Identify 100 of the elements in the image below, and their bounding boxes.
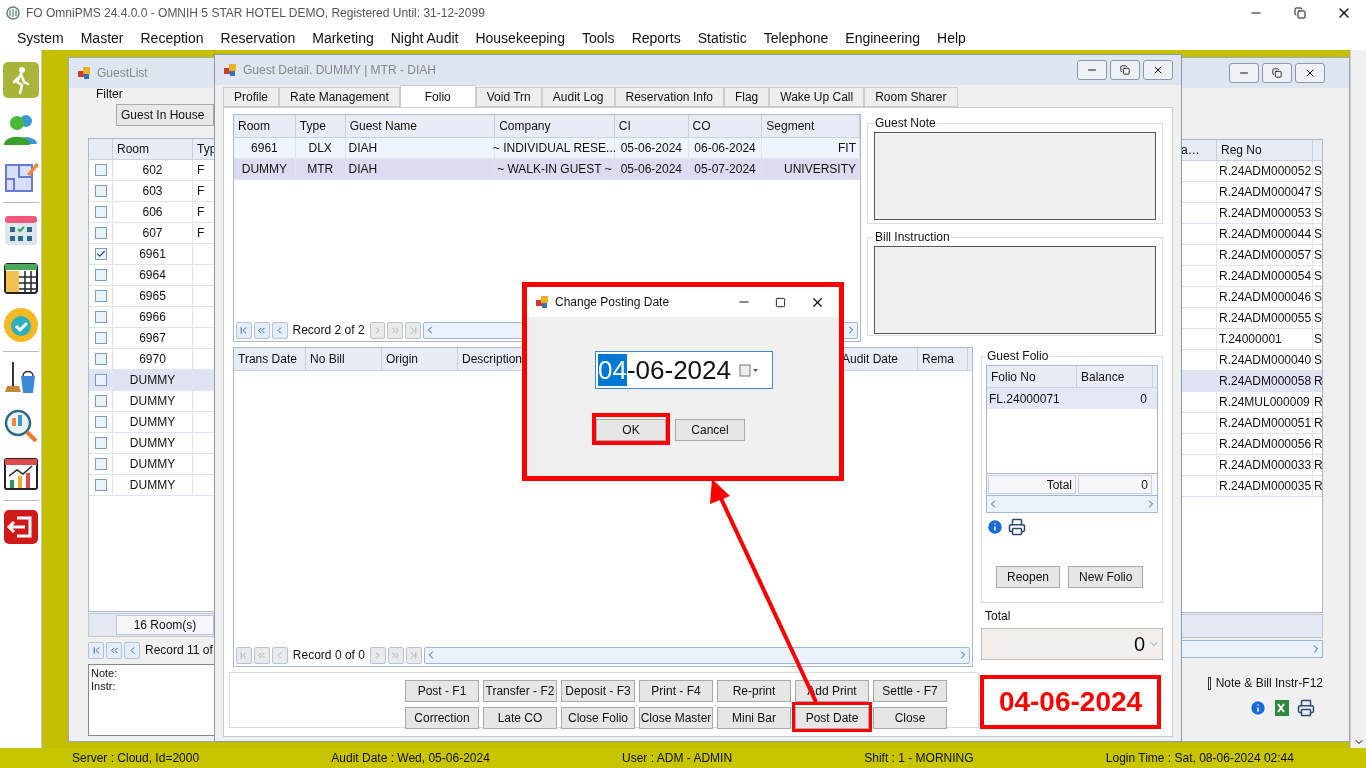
first-record-button[interactable] (236, 646, 252, 664)
printer-icon[interactable] (1008, 518, 1026, 536)
action-button[interactable]: Late CO (483, 707, 557, 729)
table-row[interactable]: 6964 (89, 265, 215, 286)
table-row[interactable]: R.24ADM000054 S (1181, 266, 1322, 287)
action-button[interactable]: Re-print (717, 680, 791, 702)
menu-item[interactable]: Reservation (220, 27, 296, 49)
tab[interactable]: Reservation Info (614, 87, 724, 107)
row-checkbox[interactable] (94, 332, 107, 344)
guest-note-field[interactable] (874, 132, 1156, 220)
vertical-scrollbar[interactable] (1350, 50, 1366, 748)
first-record-button[interactable] (236, 321, 252, 339)
table-row[interactable]: DUMMY (89, 412, 215, 433)
walking-person-icon[interactable] (2, 62, 39, 98)
menu-item[interactable]: Help (937, 27, 966, 49)
table-row[interactable]: R.24ADM000053 S (1181, 203, 1322, 224)
action-button[interactable]: Post Date (795, 707, 869, 729)
action-button[interactable]: Settle - F7 (873, 680, 947, 702)
bill-instruction-field[interactable] (874, 246, 1156, 334)
tab[interactable]: Folio (399, 85, 476, 107)
table-row[interactable]: R.24ADM000044 S (1181, 224, 1322, 245)
exit-icon[interactable] (2, 509, 39, 545)
action-button[interactable]: Correction (405, 707, 479, 729)
action-button[interactable]: Transfer - F2 (483, 680, 557, 702)
table-row[interactable]: R.24ADM000040 S (1181, 350, 1322, 371)
row-checkbox[interactable] (94, 458, 107, 470)
table-row[interactable]: R.24MUL000009 R (1181, 392, 1322, 413)
action-button[interactable]: Close Master (639, 707, 713, 729)
table-row[interactable]: DUMMY (89, 391, 215, 412)
action-button[interactable]: Close Folio (561, 707, 635, 729)
menu-item[interactable]: Tools (581, 27, 615, 49)
menu-item[interactable]: Statistic (697, 27, 747, 49)
table-row[interactable]: R.24ADM000058 R (1181, 371, 1322, 392)
table-row[interactable]: R.24ADM000033 R (1181, 455, 1322, 476)
row-checkbox[interactable] (94, 437, 107, 449)
table-row[interactable]: R.24ADM000052 S (1181, 161, 1322, 182)
row-checkbox[interactable] (94, 227, 107, 239)
tab[interactable]: Profile (223, 87, 279, 107)
action-button[interactable]: Post - F1 (405, 680, 479, 702)
row-checkbox[interactable] (94, 311, 107, 323)
spreadsheet-icon[interactable] (1273, 699, 1291, 717)
table-row[interactable]: R.24ADM000035 R (1181, 476, 1322, 497)
previous-page-button[interactable] (253, 646, 270, 664)
table-row[interactable]: 6965 (89, 286, 215, 307)
info-icon[interactable] (1249, 699, 1267, 717)
tab[interactable]: Rate Management (279, 87, 400, 107)
next-page-button[interactable] (387, 321, 404, 339)
folio-button[interactable]: New Folio (1068, 566, 1144, 588)
dialog-button[interactable]: Cancel (675, 419, 745, 441)
printer-icon[interactable] (1297, 699, 1315, 717)
menu-item[interactable]: Marketing (312, 27, 374, 49)
row-checkbox[interactable] (94, 164, 107, 176)
table-row[interactable]: 6961 (89, 244, 215, 265)
row-checkbox[interactable] (94, 248, 107, 260)
table-row[interactable]: R.24ADM000057 S (1181, 245, 1322, 266)
minimize-button[interactable] (1229, 63, 1259, 83)
note-bill-checkbox[interactable]: Note & Bill Instr-F12 (1208, 674, 1323, 692)
row-checkbox[interactable] (94, 269, 107, 281)
row-checkbox[interactable] (94, 353, 107, 365)
table-row[interactable]: 606 F (89, 202, 215, 223)
table-row[interactable]: 6961 DLX DIAH ~ INDIVIDUAL RESE... 05-06-2024 06-06-2024 FIT (234, 138, 860, 159)
row-checkbox[interactable] (94, 479, 107, 491)
menu-item[interactable]: Night Audit (390, 27, 459, 49)
next-record-button[interactable] (369, 646, 386, 664)
table-row[interactable]: DUMMY (89, 433, 215, 454)
tab[interactable]: Void Trn (475, 87, 542, 107)
menu-item[interactable]: Reception (140, 27, 204, 49)
table-row[interactable]: T.24000001 S (1181, 329, 1322, 350)
menu-item[interactable]: System (17, 27, 64, 49)
folio-button[interactable]: Reopen (996, 566, 1061, 588)
tab[interactable]: Room Sharer (864, 87, 958, 107)
row-checkbox[interactable] (94, 206, 107, 218)
tab[interactable]: Wake Up Call (769, 87, 865, 107)
filter-dropdown[interactable]: Guest In House (116, 104, 214, 126)
table-row[interactable]: DUMMY (89, 454, 215, 475)
row-checkbox[interactable] (94, 185, 107, 197)
check-badge-icon[interactable] (2, 307, 39, 343)
table-row[interactable]: 603 F (89, 181, 215, 202)
menu-item[interactable]: Reports (631, 27, 681, 49)
table-row[interactable]: R.24ADM000051 R (1181, 413, 1322, 434)
horizontal-scrollbar[interactable] (1181, 640, 1323, 658)
previous-page-button[interactable] (253, 321, 270, 339)
dialog-button[interactable]: OK (596, 419, 666, 441)
table-row[interactable]: DUMMY (89, 370, 215, 391)
table-row[interactable]: FL.24000071 0 (987, 388, 1157, 409)
horizontal-scrollbar[interactable] (423, 646, 970, 664)
menu-item[interactable]: Telephone (763, 27, 829, 49)
last-record-button[interactable] (405, 646, 422, 664)
table-row[interactable]: R.24ADM000055 S (1181, 308, 1322, 329)
last-record-button[interactable] (405, 321, 422, 339)
action-button[interactable]: Deposit - F3 (561, 680, 635, 702)
restore-button[interactable] (1110, 60, 1140, 80)
menu-item[interactable]: Master (80, 27, 124, 49)
minimize-button[interactable] (1077, 60, 1107, 80)
maximize-icon[interactable] (775, 296, 786, 308)
table-row[interactable]: DUMMY MTR DIAH ~ WALK-IN GUEST ~ 05-06-2024 05-07-2024 UNIVERSITY (234, 159, 860, 180)
chart-magnifier-icon[interactable] (2, 408, 39, 444)
tab[interactable]: Audit Log (541, 87, 615, 107)
action-button[interactable]: Mini Bar (717, 707, 791, 729)
table-row[interactable]: R.24ADM000056 R (1181, 434, 1322, 455)
